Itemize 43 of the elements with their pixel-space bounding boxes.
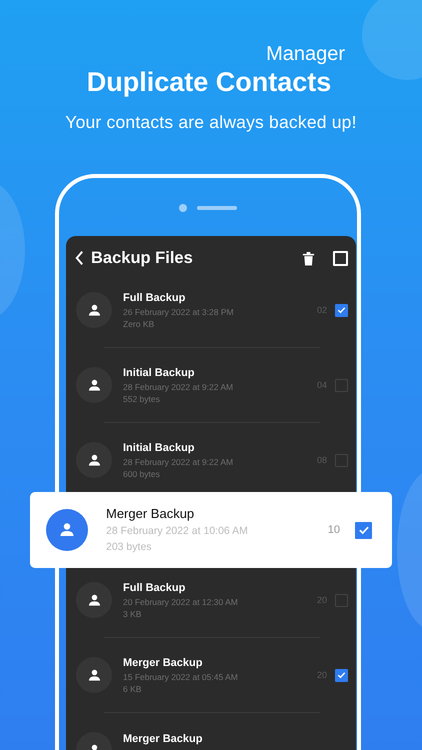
backup-date: 20 February 2022 at 12:30 AM <box>123 596 239 608</box>
backup-date: 28 February 2022 at 10:06 AM <box>106 524 249 539</box>
tagline: Your contacts are always backed up! <box>65 112 357 133</box>
backup-name: Merger Backup <box>106 505 196 523</box>
contact-avatar-icon <box>46 509 88 551</box>
select-all-checkbox[interactable] <box>333 250 348 266</box>
backup-size: 3 KB <box>123 608 142 620</box>
backup-card[interactable]: Merger Backup 28 February 2022 at 10:06 AM 203 bytes 10 <box>30 492 392 568</box>
speaker-icon <box>197 206 237 210</box>
checkbox[interactable] <box>335 378 348 392</box>
backup-date: 26 February 2022 at 3:28 PM <box>123 306 235 318</box>
app-title: Duplicate Contacts <box>86 66 332 99</box>
backup-name: Merger Backup <box>123 656 204 670</box>
backup-size: 600 bytes <box>123 468 161 480</box>
backup-date: 28 February 2022 at 9:22 AM <box>123 456 234 468</box>
contact-avatar-icon <box>76 657 112 693</box>
backup-date: 28 February 2022 at 9:22 AM <box>123 380 234 392</box>
contact-avatar-icon <box>76 367 112 403</box>
checkbox[interactable] <box>335 304 348 316</box>
checkbox[interactable] <box>335 454 348 466</box>
backup-size: 6 KB <box>123 682 142 694</box>
checkbox[interactable] <box>335 668 348 682</box>
contact-avatar-icon <box>76 582 112 618</box>
backup-name: Initial Backup <box>123 440 196 456</box>
camera-icon <box>179 204 187 212</box>
back-icon[interactable] <box>75 250 84 266</box>
backup-size: Zero KB <box>123 318 156 330</box>
trash-icon[interactable] <box>302 250 315 266</box>
backup-row[interactable]: Merger Backup <box>66 720 356 750</box>
backup-name: Full Backup <box>123 580 186 596</box>
contact-avatar-icon <box>76 292 112 328</box>
app-subtitle: Manager <box>266 43 345 65</box>
backup-name: Initial Backup <box>123 366 196 380</box>
contact-count: 10 <box>328 524 340 536</box>
backup-size: 552 bytes <box>123 392 161 404</box>
backup-name: Merger Backup <box>123 732 204 747</box>
backup-name: Full Backup <box>123 290 186 306</box>
screen-title: Backup Files <box>91 248 194 268</box>
backup-size: 203 bytes <box>106 540 153 555</box>
checkbox[interactable] <box>355 522 372 538</box>
contact-avatar-icon <box>76 442 112 478</box>
backup-date: 15 February 2022 at 05:45 AM <box>123 670 239 682</box>
checkbox[interactable] <box>335 594 348 606</box>
